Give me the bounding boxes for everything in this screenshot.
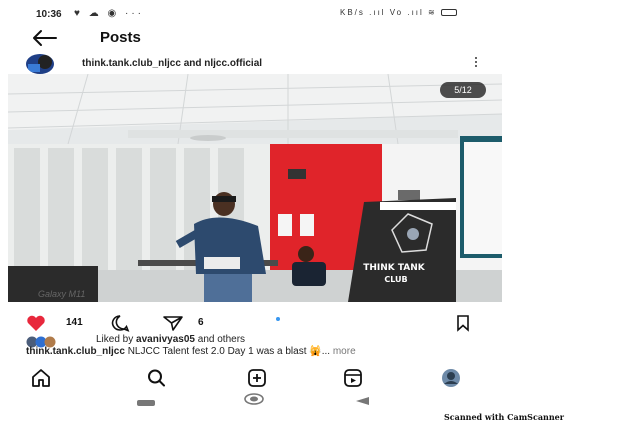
comment-icon[interactable]: [110, 314, 130, 332]
send-icon[interactable]: [162, 314, 184, 332]
liked-by-suffix: and others: [197, 334, 246, 345]
post-header: think.tank.club_nljcc and nljcc.official: [0, 52, 500, 76]
battery-icon: [440, 9, 457, 17]
reels-icon[interactable]: [342, 368, 364, 388]
system-navigation-bar: [0, 390, 500, 408]
image-counter-badge: 5/12: [440, 82, 486, 98]
post-caption: think.tank.club_nljcc NLJCC Talent fest …: [26, 346, 486, 357]
signal-wifi-icons: KB/s .ııl Vo .ııl ≋: [340, 8, 457, 17]
home-button-icon[interactable]: [244, 392, 264, 410]
home-icon[interactable]: [30, 368, 52, 388]
like-count[interactable]: 141: [66, 317, 83, 328]
banner-line2: CLUB: [384, 275, 407, 284]
scanner-watermark: Scanned with CamScanner: [444, 412, 564, 422]
heart-icon[interactable]: [26, 315, 46, 332]
liked-by-user[interactable]: avanivyas05: [136, 334, 195, 345]
liked-by-text: Liked by avanivyas05 and others: [96, 334, 245, 345]
recent-apps-icon[interactable]: [136, 394, 156, 412]
status-bar: 10:36 ♥ ☁ ◉ ··· KB/s .ııl Vo .ııl ≋: [0, 0, 500, 28]
post-actions: 141 6: [0, 312, 500, 334]
profile-avatar[interactable]: [440, 368, 462, 388]
status-time: 10:36: [36, 9, 62, 20]
top-header: Posts: [0, 26, 500, 50]
create-post-icon[interactable]: [246, 368, 268, 388]
bottom-tab-bar: [0, 366, 500, 390]
notification-icons: ♥ ☁ ◉ ···: [74, 8, 144, 19]
back-triangle-icon[interactable]: [354, 393, 370, 411]
back-arrow-icon[interactable]: [30, 28, 58, 48]
share-count[interactable]: 6: [198, 317, 204, 328]
more-link[interactable]: more: [333, 346, 356, 357]
banner-line1: THINK TANK: [363, 263, 426, 273]
network-indicators: KB/s .ııl Vo .ııl ≋: [340, 8, 437, 17]
author-avatar[interactable]: [26, 54, 54, 74]
camera-watermark: Galaxy M11: [38, 289, 86, 299]
bookmark-icon[interactable]: [456, 314, 470, 332]
liked-by-prefix: Liked by: [96, 334, 134, 345]
page-title: Posts: [100, 29, 141, 46]
caption-text: NLJCC Talent fest 2.0 Day 1 was a blast …: [127, 346, 333, 357]
caption-username[interactable]: think.tank.club_nljcc: [26, 346, 125, 357]
post-photo[interactable]: THINK TANK CLUB 5/12 Galaxy M11: [8, 74, 502, 302]
search-icon[interactable]: [146, 368, 168, 388]
post-author[interactable]: think.tank.club_nljcc and nljcc.official: [82, 58, 262, 69]
more-options-icon[interactable]: [470, 55, 482, 73]
classroom-photo: THINK TANK CLUB: [8, 74, 502, 302]
